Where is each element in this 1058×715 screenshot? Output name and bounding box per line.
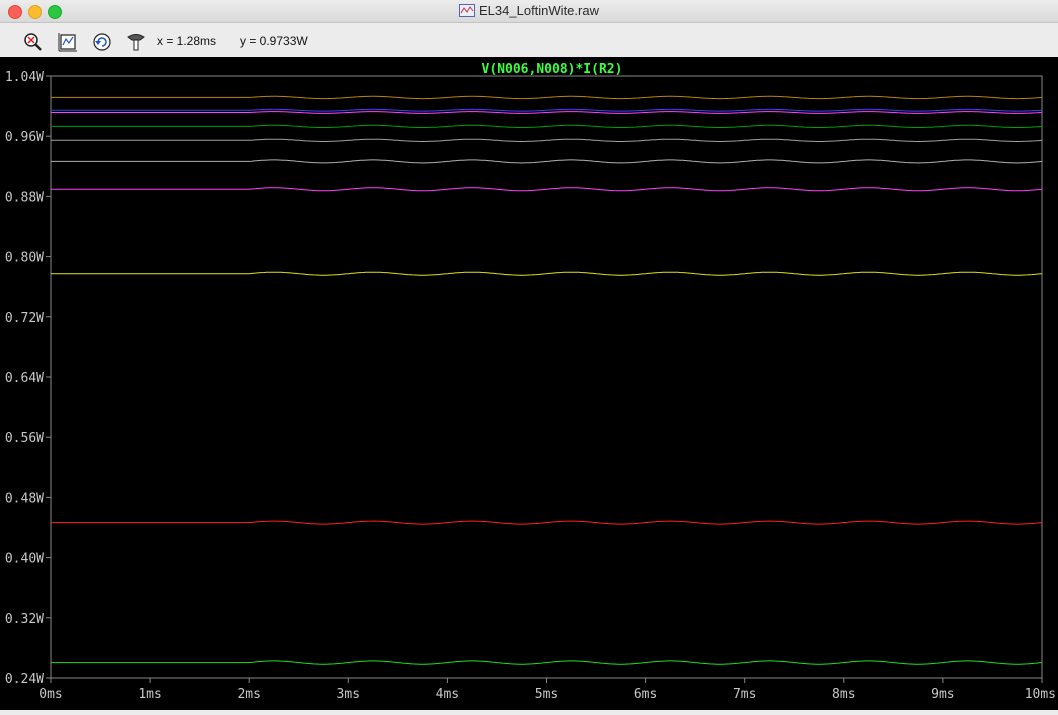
trace-10 <box>51 660 1043 665</box>
y-axis: 1.04W 0.96W 0.88W 0.80W 0.72W 0.64W 0.56W 0.48W… <box>5 70 51 687</box>
title-bar: EL34_LoftinWite.raw <box>0 0 1058 23</box>
x-tick-label: 9ms <box>931 687 954 702</box>
cursor-x-readout: x = 1.28ms <box>157 34 217 48</box>
y-tick-label: 0.24W <box>5 672 44 687</box>
toolbar: x = 1.28ms y = 0.9733W <box>0 23 1058 57</box>
x-tick-label: 5ms <box>535 687 558 702</box>
traces <box>51 95 1043 665</box>
trace-6 <box>51 159 1043 164</box>
x-tick-label: 8ms <box>832 687 855 702</box>
y-tick-label: 0.72W <box>5 311 44 326</box>
plot-area[interactable]: V(N006,N008)*I(R2) 1.04W 0.96W 0.88W 0.80W 0… <box>0 57 1058 710</box>
y-tick-label: 0.64W <box>5 371 44 386</box>
y-tick-label: 0.88W <box>5 190 44 205</box>
trace-4 <box>51 124 1043 128</box>
y-tick-label: 0.48W <box>5 491 44 506</box>
trace-5 <box>51 138 1043 142</box>
trace-2 <box>51 108 1043 112</box>
autorange-icon[interactable] <box>57 31 79 53</box>
y-tick-label: 0.96W <box>5 130 44 145</box>
x-tick-label: 10ms <box>1025 687 1056 702</box>
waveform-chart[interactable]: V(N006,N008)*I(R2) 1.04W 0.96W 0.88W 0.80W 0… <box>0 57 1058 710</box>
x-tick-label: 0ms <box>39 687 62 702</box>
window-title-wrap: EL34_LoftinWite.raw <box>0 3 1058 18</box>
axes-frame <box>50 75 1043 679</box>
x-tick-label: 4ms <box>436 687 459 702</box>
undo-zoom-icon[interactable] <box>91 31 113 53</box>
trace-3 <box>51 111 1043 114</box>
trace-1 <box>51 95 1043 100</box>
y-tick-label: 0.80W <box>5 251 44 266</box>
plot-frame <box>50 75 1043 679</box>
x-tick-label: 1ms <box>138 687 161 702</box>
x-tick-label: 3ms <box>337 687 360 702</box>
trace-7 <box>51 187 1043 192</box>
cursor-y-readout: y = 0.9733W <box>240 34 308 48</box>
x-tick-label: 6ms <box>634 687 657 702</box>
waveform-doc-icon <box>459 4 476 17</box>
window-title: EL34_LoftinWite.raw <box>479 3 599 18</box>
x-tick-label: 7ms <box>733 687 756 702</box>
zoom-icon[interactable] <box>22 31 44 53</box>
y-tick-label: 0.56W <box>5 431 44 446</box>
chart-title: V(N006,N008)*I(R2) <box>482 62 623 77</box>
trace-8 <box>51 271 1043 276</box>
y-tick-label: 0.40W <box>5 552 44 567</box>
x-axis: 0ms 1ms 2ms 3ms 4ms 5ms 6ms 7ms 8ms 9ms 10ms <box>39 678 1056 702</box>
y-tick-label: 0.32W <box>5 612 44 627</box>
y-tick-label: 1.04W <box>5 70 44 85</box>
trace-9 <box>51 520 1043 525</box>
probe-icon[interactable] <box>125 31 147 53</box>
x-tick-label: 2ms <box>237 687 260 702</box>
